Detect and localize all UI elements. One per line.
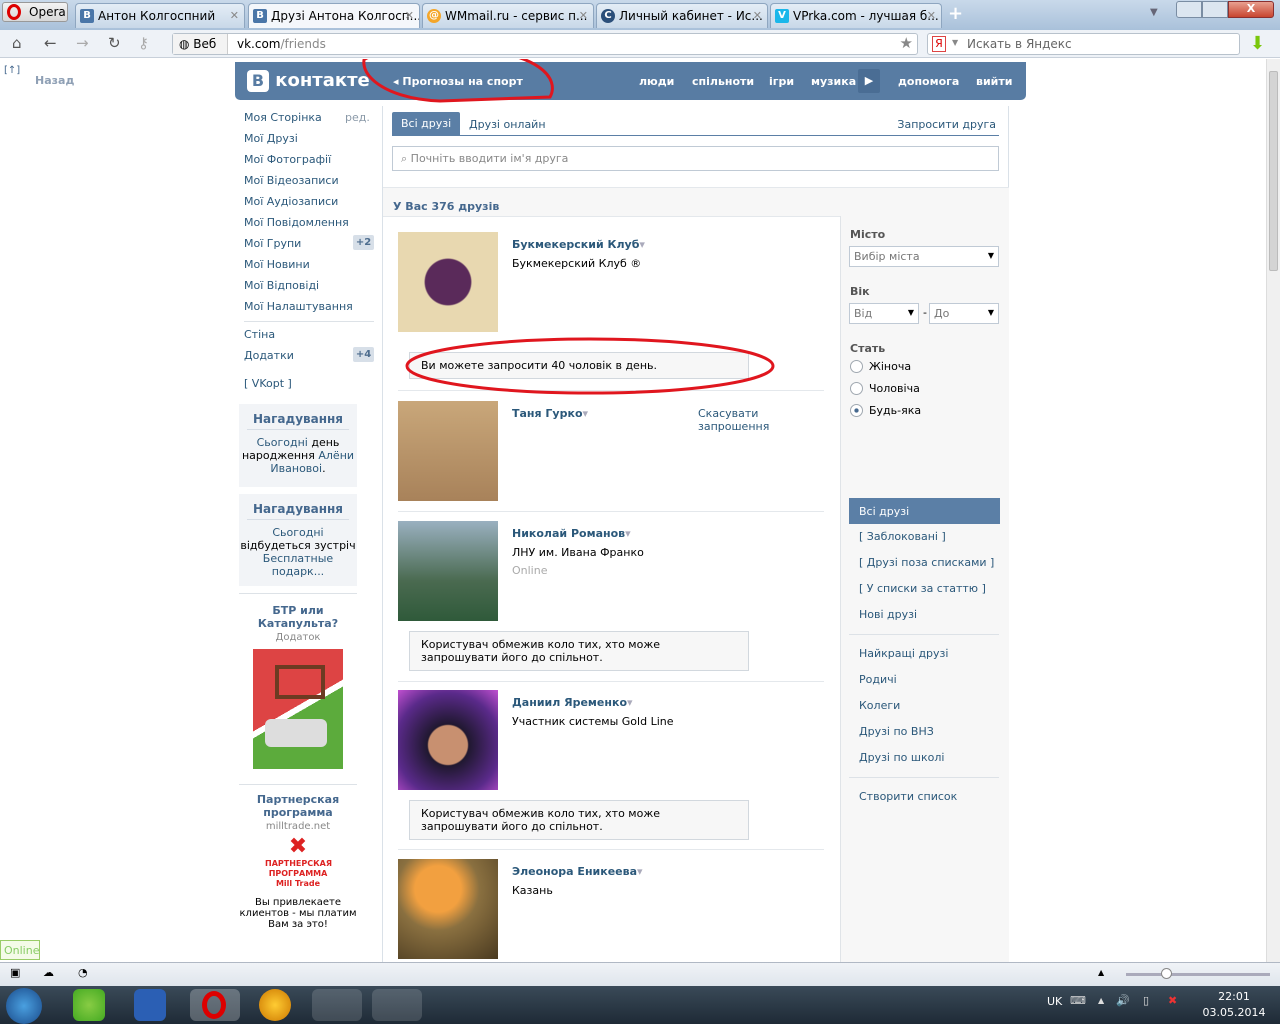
tab-friends[interactable]: B Друзі Антона Колгосп... ✕ — [248, 3, 420, 28]
tab-title: Личный кабинет - Ис... — [619, 9, 763, 23]
close-tab-icon[interactable]: ✕ — [405, 9, 414, 22]
opera-menu-button[interactable]: Opera — [2, 2, 68, 22]
web-badge[interactable]: ◍ Веб — [173, 34, 228, 54]
yandex-icon: Я — [932, 36, 946, 52]
url-path: /friends — [280, 37, 326, 51]
close-tab-icon[interactable]: ✕ — [230, 9, 239, 22]
back-icon[interactable]: ← — [44, 34, 57, 52]
tab-title: Антон Колгоспний — [98, 9, 216, 23]
scrollbar-thumb[interactable] — [1269, 71, 1278, 271]
tab-title: Друзі Антона Колгосп... — [271, 9, 420, 23]
close-tab-icon[interactable]: ✕ — [927, 9, 936, 22]
vk-icon: B — [80, 9, 94, 23]
tab-wmmail[interactable]: @ WMmail.ru - сервис п... ✕ — [422, 3, 594, 28]
tab-vprka[interactable]: V VPrka.com - лучшая б... ✕ — [770, 3, 942, 28]
close-tab-icon[interactable]: ✕ — [579, 9, 588, 22]
zoom-slider-thumb[interactable] — [1161, 968, 1172, 979]
search-placeholder: Искать в Яндекс — [967, 37, 1072, 51]
close-tab-icon[interactable]: ✕ — [753, 9, 762, 22]
language-indicator[interactable]: UK — [1047, 995, 1062, 1008]
vertical-scrollbar[interactable] — [1266, 59, 1280, 962]
url-text: vk.com/friends — [237, 37, 326, 51]
tab-title: WMmail.ru - сервис п... — [445, 9, 588, 23]
cabinet-icon: C — [601, 9, 615, 23]
browser-tab-bar: Opera B Антон Колгоспний ✕ B Друзі Антона К… — [0, 0, 1280, 30]
url-domain: vk.com — [237, 37, 281, 51]
clock-time[interactable]: 22:01 — [1204, 990, 1264, 1003]
vprka-icon: V — [775, 9, 789, 23]
annotation-circle-app — [362, 59, 554, 103]
tray-expand-icon[interactable]: ▲ — [1098, 996, 1104, 1005]
tab-anton[interactable]: B Антон Колгоспний ✕ — [75, 3, 245, 28]
clock-date[interactable]: 03.05.2014 — [1196, 1006, 1272, 1019]
address-bar[interactable]: ◍ Веб vk.com/friends ★ — [172, 33, 918, 55]
search-box[interactable]: Я ▼ Искать в Яндекс — [927, 33, 1240, 55]
zoom-up-icon[interactable]: ▲ — [1098, 968, 1104, 977]
tab-cabinet[interactable]: C Личный кабинет - Ис... ✕ — [596, 3, 768, 28]
word-icon[interactable] — [134, 989, 166, 1021]
tab-title: VPrka.com - лучшая б... — [793, 9, 939, 23]
explorer-icon[interactable] — [372, 989, 422, 1021]
turbo-icon[interactable]: ◔ — [78, 966, 88, 979]
web-label: Веб — [193, 37, 217, 51]
opera-logo-icon — [7, 4, 21, 20]
network-icon[interactable]: ▯ — [1143, 994, 1149, 1007]
home-icon[interactable]: ⌂ — [12, 34, 22, 52]
reload-icon[interactable]: ↻ — [108, 34, 121, 52]
new-tab-icon[interactable]: + — [948, 3, 963, 24]
vk-icon: B — [253, 9, 267, 23]
battery-warning-icon[interactable]: ✖ — [1168, 994, 1177, 1007]
close-window-button[interactable]: X — [1228, 1, 1274, 18]
opera-taskbar-icon[interactable] — [190, 989, 240, 1021]
red-annotations — [362, 59, 775, 395]
cloud-icon[interactable]: ☁ — [43, 966, 54, 979]
zoom-slider[interactable] — [1126, 973, 1270, 976]
forward-icon[interactable]: → — [76, 34, 89, 52]
paint-icon[interactable] — [312, 989, 362, 1021]
start-button[interactable] — [6, 988, 42, 1024]
wmmail-icon: @ — [427, 9, 441, 23]
aimp-icon[interactable] — [259, 989, 291, 1021]
browser-status-bar: ▣ ☁ ◔ ▲ — [0, 962, 1280, 986]
minimize-button[interactable] — [1176, 1, 1202, 18]
bookmark-star-icon[interactable]: ★ — [900, 34, 913, 52]
opera-menu-label: Opera — [29, 5, 66, 19]
download-icon[interactable]: ⬇ — [1250, 33, 1265, 54]
chevron-down-icon[interactable]: ▼ — [952, 38, 958, 47]
tab-list-icon[interactable]: ▼ — [1150, 7, 1158, 18]
annotation-circle-notice — [405, 337, 775, 395]
key-icon[interactable]: ⚷ — [138, 34, 149, 52]
utorrent-icon[interactable] — [73, 989, 105, 1021]
maximize-button[interactable] — [1202, 1, 1228, 18]
keyboard-icon[interactable]: ⌨ — [1070, 994, 1086, 1007]
browser-toolbar: ⌂ ← → ↻ ⚷ ◍ Веб vk.com/friends ★ Я ▼ Иск… — [0, 30, 1280, 58]
volume-icon[interactable]: 🔊 — [1116, 994, 1130, 1007]
page-viewport: [↑] Назад B контакте ◂ Прогнозы на спорт… — [0, 59, 1266, 962]
opera-logo-icon — [202, 991, 226, 1019]
panel-toggle-icon[interactable]: ▣ — [10, 966, 20, 979]
windows-taskbar: UK ⌨ ▲ 🔊 ▯ ✖ 22:01 03.05.2014 — [0, 986, 1280, 1024]
